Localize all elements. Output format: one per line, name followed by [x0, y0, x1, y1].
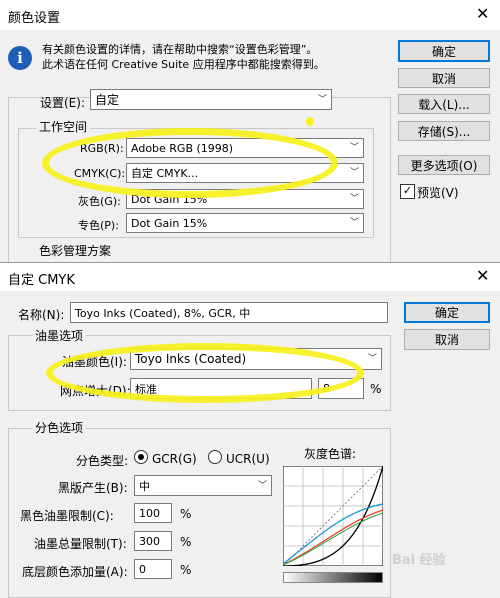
close-icon[interactable]: ✕: [476, 266, 489, 285]
ucr-amount-input[interactable]: 0: [134, 559, 172, 579]
cancel-button[interactable]: 取消: [398, 68, 490, 88]
dot-gain-unit: %: [370, 382, 382, 396]
total-ink-limit-input[interactable]: 300: [134, 531, 172, 551]
chevron-down-icon: ﹀: [349, 218, 359, 229]
spot-select[interactable]: Dot Gain 15% ﹀: [126, 213, 364, 233]
radio-dot: [138, 454, 144, 460]
total-ink-limit-label: 油墨总量限制(T):: [34, 537, 127, 551]
highlight-scribble: [42, 128, 338, 198]
workspace-legend: 工作空间: [36, 118, 91, 135]
preview-label: 预览(V): [417, 186, 459, 200]
percent-unit: %: [180, 563, 192, 577]
ucr-radio[interactable]: [208, 450, 222, 464]
watermark: Bai 经验: [392, 553, 446, 568]
name-input[interactable]: Toyo Inks (Coated), 8%, GCR, 中: [70, 302, 388, 323]
separation-options-legend: 分色选项: [32, 419, 87, 436]
gray-label: 灰色(G):: [78, 195, 121, 208]
separation-type-label: 分色类型:: [76, 454, 129, 468]
black-generation-select[interactable]: 中 ﹀: [134, 475, 272, 496]
settings-select[interactable]: 自定 ﹀: [90, 89, 332, 110]
close-icon[interactable]: ✕: [476, 4, 489, 23]
ucr-label: UCR(U): [226, 452, 270, 466]
highlight-dot: [306, 117, 314, 126]
highlight-scribble: [46, 343, 364, 403]
title-bar: 自定 CMYK ✕: [0, 263, 500, 291]
preview-checkbox[interactable]: ✓: [400, 184, 415, 199]
color-settings-dialog: 颜色设置 ✕ i 有关颜色设置的详情，请在帮助中搜索“设置色彩管理”。 此术语在…: [0, 0, 500, 267]
info-text-1: 有关颜色设置的详情，请在帮助中搜索“设置色彩管理”。: [42, 43, 318, 56]
info-icon: i: [8, 46, 32, 70]
color-management-legend: 色彩管理方案: [36, 242, 115, 259]
save-button[interactable]: 存储(S)...: [398, 121, 490, 141]
window-title: 自定 CMYK: [8, 273, 75, 288]
percent-unit: %: [180, 535, 192, 549]
load-button[interactable]: 载入(L)...: [398, 94, 490, 114]
gray-ramp-label: 灰度色谱:: [304, 447, 357, 461]
gcr-label: GCR(G): [152, 452, 197, 466]
spot-label: 专色(P):: [78, 219, 119, 232]
gray-ramp-graph: [283, 466, 383, 566]
black-generation-label: 黑版产生(B):: [58, 481, 128, 495]
percent-unit: %: [180, 507, 192, 521]
chevron-down-icon: ﹀: [317, 94, 327, 105]
black-ink-limit-label: 黑色油墨限制(C):: [20, 509, 114, 523]
black-ink-limit-input[interactable]: 100: [134, 503, 172, 523]
chevron-down-icon: ﹀: [367, 354, 377, 365]
custom-cmyk-dialog: 自定 CMYK ✕ 名称(N): Toyo Inks (Coated), 8%,…: [0, 262, 500, 598]
settings-label: 设置(E):: [40, 96, 85, 110]
ok-button[interactable]: 确定: [398, 40, 490, 62]
title-bar: 颜色设置 ✕: [0, 0, 500, 30]
chevron-down-icon: ﹀: [349, 143, 359, 154]
window-title: 颜色设置: [8, 11, 61, 26]
cancel-button[interactable]: 取消: [404, 329, 490, 350]
chevron-down-icon: ﹀: [349, 168, 359, 179]
gcr-radio[interactable]: [134, 450, 148, 464]
name-label: 名称(N):: [18, 308, 65, 322]
ink-options-legend: 油墨选项: [32, 327, 87, 344]
gray-gradient-bar: [283, 572, 383, 583]
chevron-down-icon: ﹀: [349, 194, 359, 205]
ucr-amount-label: 底层颜色添加量(A):: [22, 565, 128, 579]
info-text-2: 此术语在任何 Creative Suite 应用程序中都能搜索得到。: [42, 58, 325, 71]
ok-button[interactable]: 确定: [404, 302, 490, 323]
chevron-down-icon: ﹀: [257, 480, 267, 491]
more-options-button[interactable]: 更多选项(O): [398, 155, 490, 175]
